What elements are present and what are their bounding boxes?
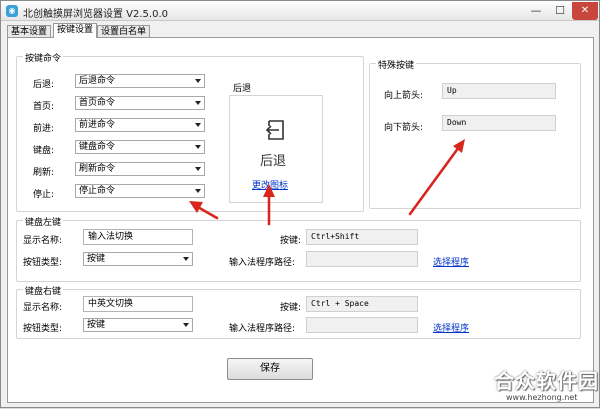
title-bar: ◉ 北创触摸屏浏览器设置 V2.5.0.0 — ☐ ✕ bbox=[1, 1, 599, 21]
right-display-name-label: 显示名称: bbox=[23, 303, 63, 313]
home-command-select[interactable]: 首页命令 bbox=[75, 96, 205, 110]
watermark-brand: 合众软件园 bbox=[494, 369, 599, 393]
home-label: 首页: bbox=[33, 102, 55, 112]
chevron-down-icon bbox=[183, 323, 189, 327]
stop-label: 停止: bbox=[33, 190, 55, 200]
forward-command-select[interactable]: 前进命令 bbox=[75, 118, 205, 132]
stop-command-select[interactable]: 停止命令 bbox=[75, 184, 205, 198]
refresh-command-value: 刷新命令 bbox=[79, 164, 116, 174]
left-hotkey-field[interactable]: Ctrl+Shift bbox=[306, 229, 418, 245]
watermark-logo: 合众软件园 www.hezhong.net bbox=[494, 361, 598, 405]
right-path-label: 输入法程序路径: bbox=[229, 324, 296, 334]
icon-caption: 后退 bbox=[260, 154, 287, 169]
tab-page-key-settings: 按键命令 后退: 后退命令 首页: 首页命令 前进: 前进命令 键盘: 键盘命令… bbox=[7, 37, 594, 403]
chevron-down-icon bbox=[183, 257, 189, 261]
save-button[interactable]: 保存 bbox=[227, 358, 313, 380]
up-arrow-field[interactable]: Up bbox=[442, 83, 556, 99]
refresh-label: 刷新: bbox=[33, 168, 55, 178]
app-icon: ◉ bbox=[6, 5, 18, 17]
up-arrow-label: 向上箭头: bbox=[384, 91, 424, 101]
down-arrow-label: 向下箭头: bbox=[384, 123, 424, 133]
tab-key-settings[interactable]: 按键设置 bbox=[53, 23, 98, 38]
left-button-type-select[interactable]: 按键 bbox=[83, 252, 193, 266]
icon-preview-panel: 后退 更改图标 bbox=[229, 95, 323, 203]
maximize-button[interactable]: ☐ bbox=[547, 2, 573, 20]
left-display-name-label: 显示名称: bbox=[23, 236, 63, 246]
right-button-type-select[interactable]: 按键 bbox=[83, 318, 193, 332]
chevron-down-icon bbox=[195, 167, 201, 171]
left-button-type-label: 按钮类型: bbox=[23, 258, 63, 268]
close-button[interactable]: ✕ bbox=[572, 2, 598, 20]
chevron-down-icon bbox=[195, 123, 201, 127]
chevron-down-icon bbox=[195, 189, 201, 193]
right-key-title: 键盘右键 bbox=[23, 284, 64, 297]
right-hotkey-label: 按键: bbox=[279, 303, 301, 313]
left-key-group: 键盘左键 显示名称: 输入法切换 按钮类型: 按键 按键: Ctrl+Shift… bbox=[16, 215, 581, 282]
chevron-down-icon bbox=[195, 101, 201, 105]
chevron-down-icon bbox=[195, 145, 201, 149]
back-label: 后退: bbox=[33, 80, 55, 90]
left-path-label: 输入法程序路径: bbox=[229, 258, 296, 268]
change-icon-link[interactable]: 更改图标 bbox=[252, 178, 288, 191]
right-key-group: 键盘右键 显示名称: 中英文切换 按钮类型: 按键 按键: Ctrl + Spa… bbox=[16, 284, 581, 339]
right-select-program-link[interactable]: 选择程序 bbox=[433, 321, 469, 334]
left-hotkey-label: 按键: bbox=[279, 236, 301, 246]
key-commands-title: 按键命令 bbox=[23, 51, 64, 64]
down-arrow-field[interactable]: Down bbox=[442, 115, 556, 131]
chevron-down-icon bbox=[195, 79, 201, 83]
right-display-name-input[interactable]: 中英文切换 bbox=[83, 296, 193, 312]
minimize-button[interactable]: — bbox=[523, 2, 549, 20]
key-commands-group: 按键命令 后退: 后退命令 首页: 首页命令 前进: 前进命令 键盘: 键盘命令… bbox=[16, 51, 364, 212]
keyboard-label: 键盘: bbox=[33, 146, 55, 156]
home-command-value: 首页命令 bbox=[79, 98, 116, 108]
forward-label: 前进: bbox=[33, 124, 55, 134]
keyboard-command-select[interactable]: 键盘命令 bbox=[75, 140, 205, 154]
watermark-url: www.hezhong.net bbox=[506, 393, 578, 402]
right-button-type-value: 按键 bbox=[87, 320, 106, 330]
stop-command-value: 停止命令 bbox=[79, 186, 116, 196]
left-button-type-value: 按键 bbox=[87, 254, 106, 264]
left-path-field[interactable] bbox=[306, 251, 418, 267]
special-keys-group: 特殊按键 向上箭头: Up 向下箭头: Down bbox=[369, 58, 581, 209]
left-display-name-input[interactable]: 输入法切换 bbox=[83, 229, 193, 245]
preview-title: 后退 bbox=[233, 84, 252, 94]
back-command-select[interactable]: 后退命令 bbox=[75, 74, 205, 88]
left-key-title: 键盘左键 bbox=[23, 215, 64, 228]
back-arrow-icon bbox=[265, 120, 284, 140]
forward-command-value: 前进命令 bbox=[79, 120, 116, 130]
right-button-type-label: 按钮类型: bbox=[23, 324, 63, 334]
keyboard-command-value: 键盘命令 bbox=[79, 142, 116, 152]
window-title: 北创触摸屏浏览器设置 V2.5.0.0 bbox=[23, 9, 169, 20]
left-select-program-link[interactable]: 选择程序 bbox=[433, 255, 469, 268]
back-command-value: 后退命令 bbox=[79, 76, 116, 86]
refresh-command-select[interactable]: 刷新命令 bbox=[75, 162, 205, 176]
right-hotkey-field[interactable]: Ctrl + Space bbox=[306, 296, 418, 312]
right-path-field[interactable] bbox=[306, 317, 418, 333]
settings-window: ◉ 北创触摸屏浏览器设置 V2.5.0.0 — ☐ ✕ 基本设置 按键设置 设置… bbox=[0, 0, 600, 408]
special-keys-title: 特殊按键 bbox=[376, 58, 417, 71]
